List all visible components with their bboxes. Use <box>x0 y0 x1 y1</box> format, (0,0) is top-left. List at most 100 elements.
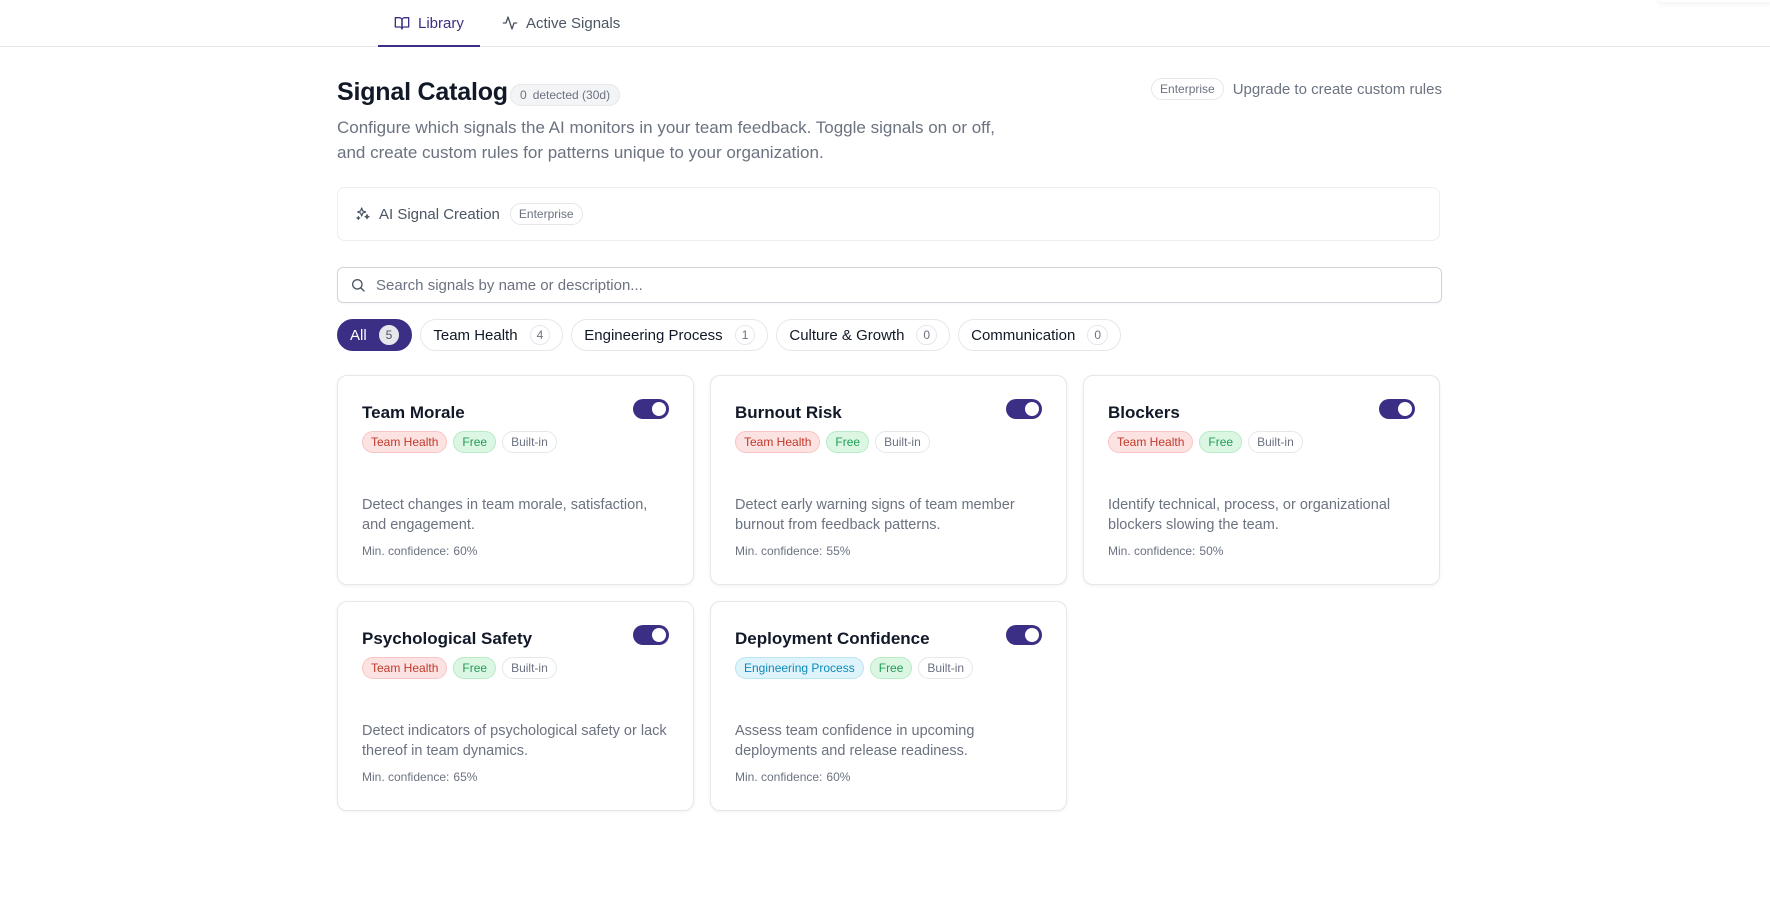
filter-team-health[interactable]: Team Health 4 <box>420 319 564 351</box>
confidence-value: 65% <box>453 770 478 784</box>
signal-confidence: Min. confidence: 60% <box>362 544 477 558</box>
filter-count: 1 <box>734 325 756 345</box>
filter-count: 0 <box>916 325 938 345</box>
signal-tags: Team Health Free Built-in <box>1108 431 1303 453</box>
signal-card-psychological-safety[interactable]: Psychological Safety Team Health Free Bu… <box>337 601 694 811</box>
page-subtitle: Configure which signals the AI monitors … <box>337 118 996 162</box>
detected-count-badge: 0 detected (30d) <box>510 84 621 106</box>
filter-all[interactable]: All 5 <box>337 319 413 351</box>
book-icon <box>394 15 410 31</box>
signal-description: Assess team confidence in upcoming deplo… <box>735 723 975 759</box>
signal-title: Team Morale <box>362 403 465 422</box>
signal-card-blockers[interactable]: Blockers Team Health Free Built-in Ident… <box>1083 375 1440 585</box>
signal-toggle[interactable] <box>1006 399 1042 419</box>
top-tab-bar: Library Active Signals <box>0 0 1770 47</box>
confidence-label: Min. confidence: <box>1108 544 1196 558</box>
upgrade-text: Upgrade to create custom rules <box>1232 80 1442 98</box>
upgrade-notice: Enterprise Upgrade to create custom rule… <box>1151 78 1442 100</box>
confidence-value: 55% <box>826 544 851 558</box>
toggle-knob <box>1025 628 1039 642</box>
filter-label: All <box>350 326 367 344</box>
signal-title: Blockers <box>1108 403 1180 422</box>
source-tag: Built-in <box>502 657 557 679</box>
ai-signal-creation-panel[interactable]: AI Signal Creation Enterprise <box>337 187 1440 241</box>
source-tag: Built-in <box>875 431 930 453</box>
filter-count: 0 <box>1087 325 1109 345</box>
signal-card-team-morale[interactable]: Team Morale Team Health Free Built-in De… <box>337 375 694 585</box>
search-bar <box>337 267 1442 303</box>
tab-library[interactable]: Library <box>378 0 480 47</box>
search-icon <box>350 277 366 293</box>
source-tag: Built-in <box>918 657 974 679</box>
signal-confidence: Min. confidence: 55% <box>735 544 850 558</box>
source-tag: Built-in <box>502 431 557 453</box>
top-right-shadow <box>1660 0 1770 2</box>
signal-tags: Team Health Free Built-in <box>362 657 557 679</box>
search-input[interactable] <box>374 275 1441 295</box>
signal-description: Detect changes in team morale, satisfact… <box>362 497 648 533</box>
signal-toggle[interactable] <box>633 625 669 645</box>
tier-tag: Free <box>1199 431 1243 453</box>
confidence-value: 60% <box>826 770 851 784</box>
toggle-knob <box>1025 402 1039 416</box>
toggle-knob <box>1398 402 1412 416</box>
tab-active-signals[interactable]: Active Signals <box>500 0 622 46</box>
signal-tags: Engineering Process Free Built-in <box>735 657 974 679</box>
tier-tag: Free <box>453 431 497 453</box>
filter-label: Culture & Growth <box>789 326 905 344</box>
ai-signal-creation-label: AI Signal Creation <box>379 205 500 223</box>
signal-confidence: Min. confidence: 65% <box>362 770 477 784</box>
tier-tag: Free <box>869 657 913 679</box>
signal-confidence: Min. confidence: 60% <box>735 770 850 784</box>
toggle-knob <box>652 402 666 416</box>
category-tag: Team Health <box>735 431 821 453</box>
tier-tag: Free <box>453 657 497 679</box>
signal-grid: Team Morale Team Health Free Built-in De… <box>337 375 1442 811</box>
signal-toggle[interactable] <box>1379 399 1415 419</box>
enterprise-badge: Enterprise <box>1151 78 1224 100</box>
signal-description: Identify technical, process, or organiza… <box>1108 497 1391 533</box>
confidence-label: Min. confidence: <box>735 770 823 784</box>
filter-label: Engineering Process <box>584 326 723 344</box>
filter-label: Team Health <box>433 326 518 344</box>
filter-count: 5 <box>378 325 400 345</box>
sparkles-icon <box>355 206 371 222</box>
confidence-label: Min. confidence: <box>362 770 450 784</box>
category-tag: Team Health <box>362 431 448 453</box>
signal-toggle[interactable] <box>1006 625 1042 645</box>
tier-tag: Free <box>826 431 870 453</box>
signal-card-deployment-confidence[interactable]: Deployment Confidence Engineering Proces… <box>710 601 1067 811</box>
toggle-knob <box>652 628 666 642</box>
confidence-label: Min. confidence: <box>362 544 450 558</box>
detected-label: detected (30d) <box>532 88 611 102</box>
page-title: Signal Catalog <box>337 78 508 106</box>
category-tag: Team Health <box>1108 431 1194 453</box>
signal-title: Psychological Safety <box>362 629 533 648</box>
signal-description: Detect early warning signs of team membe… <box>735 497 1015 533</box>
signal-title: Deployment Confidence <box>735 629 930 648</box>
signal-toggle[interactable] <box>633 399 669 419</box>
category-filters: All 5 Team Health 4 Engineering Process … <box>337 319 1122 351</box>
signal-confidence: Min. confidence: 50% <box>1108 544 1223 558</box>
signal-card-burnout-risk[interactable]: Burnout Risk Team Health Free Built-in D… <box>710 375 1067 585</box>
activity-icon <box>502 15 518 31</box>
signal-title: Burnout Risk <box>735 403 842 422</box>
tab-library-label: Library <box>418 14 464 32</box>
filter-communication[interactable]: Communication 0 <box>958 319 1122 351</box>
signal-tags: Team Health Free Built-in <box>735 431 930 453</box>
signal-tags: Team Health Free Built-in <box>362 431 557 453</box>
filter-culture-growth[interactable]: Culture & Growth 0 <box>776 319 951 351</box>
tab-active-signals-label: Active Signals <box>526 14 621 32</box>
filter-engineering-process[interactable]: Engineering Process 1 <box>571 319 769 351</box>
signal-description: Detect indicators of psychological safet… <box>362 723 667 759</box>
confidence-value: 50% <box>1199 544 1224 558</box>
source-tag: Built-in <box>1248 431 1303 453</box>
filter-label: Communication <box>971 326 1076 344</box>
filter-count: 4 <box>529 325 551 345</box>
confidence-label: Min. confidence: <box>735 544 823 558</box>
category-tag: Engineering Process <box>735 657 864 679</box>
confidence-value: 60% <box>453 544 478 558</box>
category-tag: Team Health <box>362 657 448 679</box>
detected-count: 0 <box>520 88 527 102</box>
ai-enterprise-badge: Enterprise <box>509 203 583 225</box>
